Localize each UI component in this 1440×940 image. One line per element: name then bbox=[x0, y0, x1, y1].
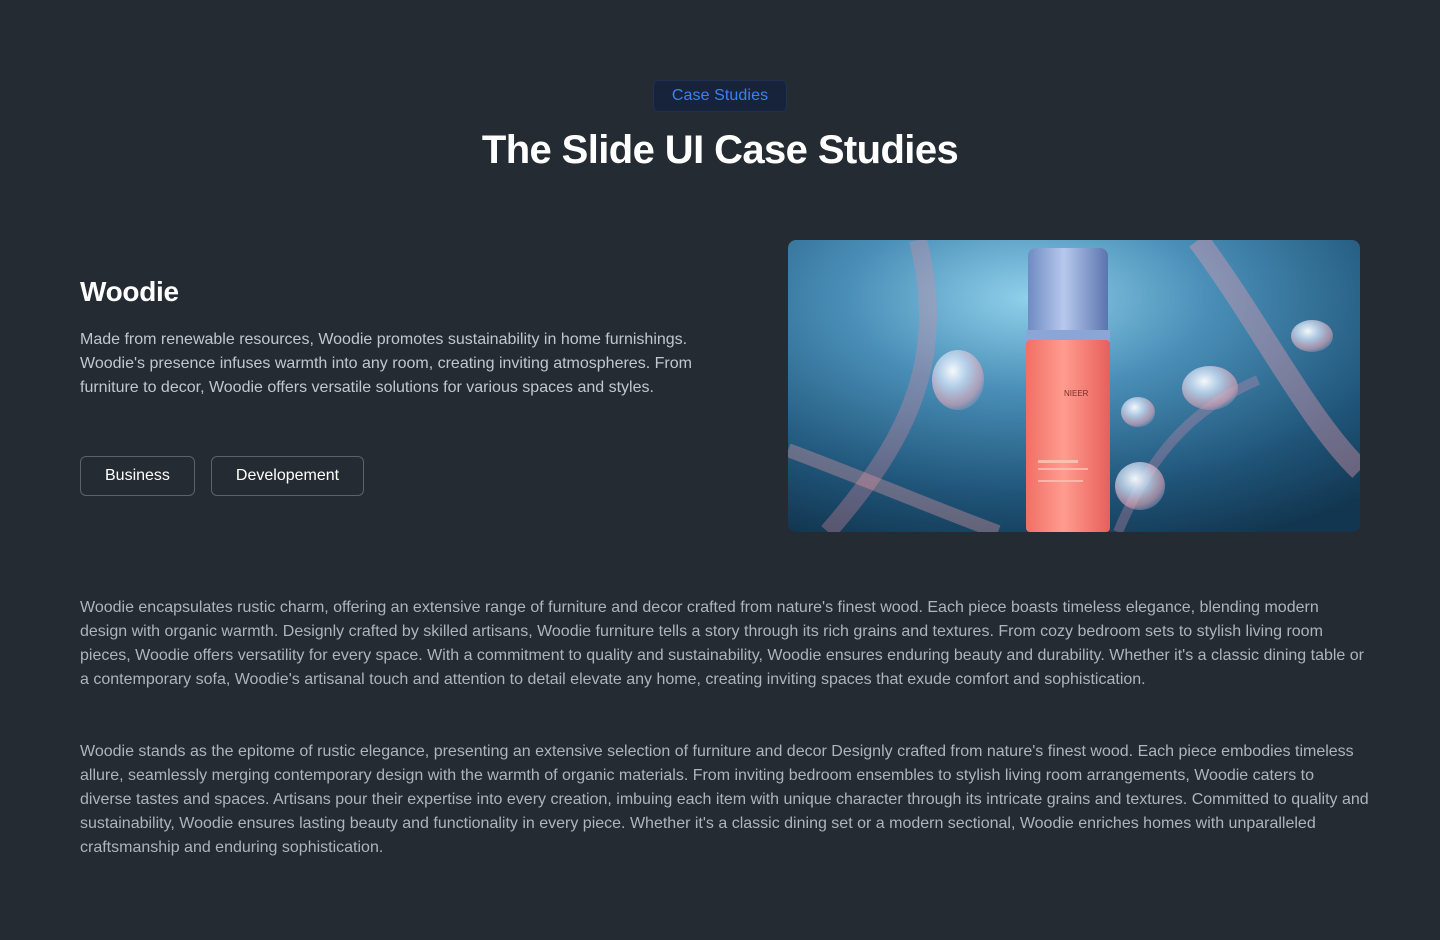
case-studies-page: Case Studies The Slide UI Case Studies W… bbox=[0, 0, 1440, 940]
case-detail-paragraph-1: Woodie encapsulates rustic charm, offeri… bbox=[80, 599, 1364, 688]
svg-text:NIEER: NIEER bbox=[1064, 389, 1089, 398]
case-title: Woodie bbox=[80, 276, 179, 307]
product-bottle-image: NIEER bbox=[788, 240, 1360, 532]
section-badge: Case Studies bbox=[653, 80, 787, 112]
tag-development[interactable]: Developement bbox=[210, 456, 365, 496]
case-hero-image: NIEER bbox=[788, 240, 1360, 532]
tag-list: Business Developement bbox=[80, 456, 365, 496]
case-detail-paragraph-2: Woodie stands as the epitome of rustic e… bbox=[80, 743, 1369, 856]
page-title: The Slide UI Case Studies bbox=[481, 128, 959, 172]
case-summary: Made from renewable resources, Woodie pr… bbox=[80, 331, 692, 396]
tag-business[interactable]: Business bbox=[80, 456, 195, 496]
